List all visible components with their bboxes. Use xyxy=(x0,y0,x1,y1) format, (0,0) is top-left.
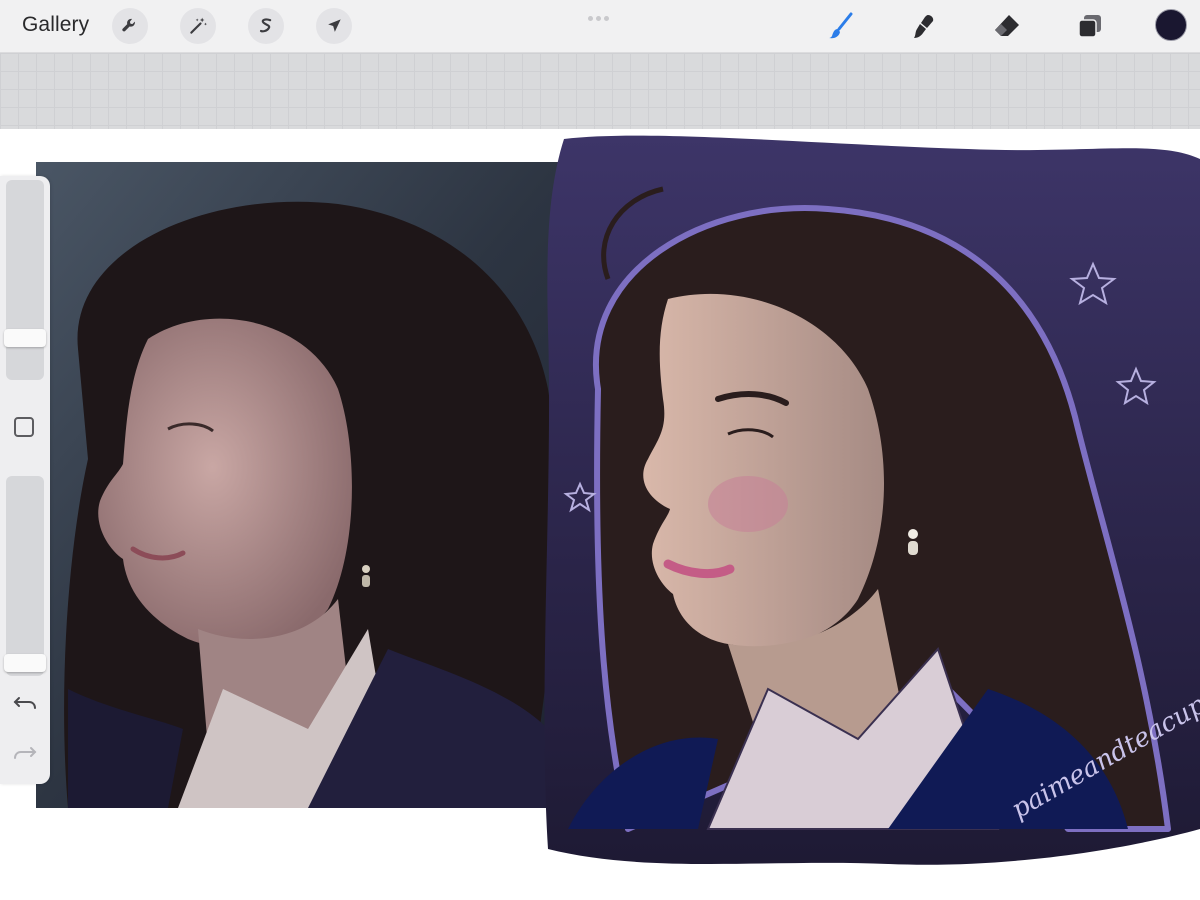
redo-icon xyxy=(14,747,37,759)
eraser-icon xyxy=(995,15,1019,36)
undo-button[interactable] xyxy=(12,692,38,714)
gallery-button[interactable]: Gallery xyxy=(22,13,89,37)
adjustments-button[interactable] xyxy=(180,8,216,44)
layers-icon xyxy=(1078,15,1101,38)
actions-button[interactable] xyxy=(112,8,148,44)
transform-button[interactable] xyxy=(316,8,352,44)
layers-button[interactable] xyxy=(1072,8,1108,44)
selection-button[interactable] xyxy=(248,8,284,44)
brush-button[interactable] xyxy=(823,8,859,44)
canvas-workspace xyxy=(0,53,1200,129)
toolbar-drag-handle[interactable] xyxy=(588,8,614,21)
reference-photo xyxy=(36,162,564,808)
top-toolbar: Gallery xyxy=(0,0,1200,53)
digital-painting: paimeandteacups xyxy=(544,135,1200,865)
left-sidebar xyxy=(0,176,50,784)
undo-icon xyxy=(13,697,36,709)
selection-s-icon xyxy=(259,18,272,33)
magic-wand-icon xyxy=(190,17,207,34)
redo-button[interactable] xyxy=(12,742,38,764)
smudge-button[interactable] xyxy=(906,8,942,44)
square-icon[interactable] xyxy=(14,417,34,437)
drawing-canvas[interactable]: paimeandteacups xyxy=(8,129,1200,900)
opacity-slider[interactable] xyxy=(6,476,44,676)
opacity-slider-handle[interactable] xyxy=(4,654,46,673)
brush-icon xyxy=(829,12,853,39)
color-picker-button[interactable] xyxy=(1155,9,1187,41)
brush-size-slider[interactable] xyxy=(6,180,44,380)
eraser-button[interactable] xyxy=(989,8,1025,44)
arrow-cursor-icon xyxy=(328,19,341,32)
artwork-image: paimeandteacups xyxy=(36,135,1200,865)
brush-size-slider-handle[interactable] xyxy=(4,329,46,348)
smudge-icon xyxy=(914,15,934,38)
wrench-icon xyxy=(122,18,135,32)
